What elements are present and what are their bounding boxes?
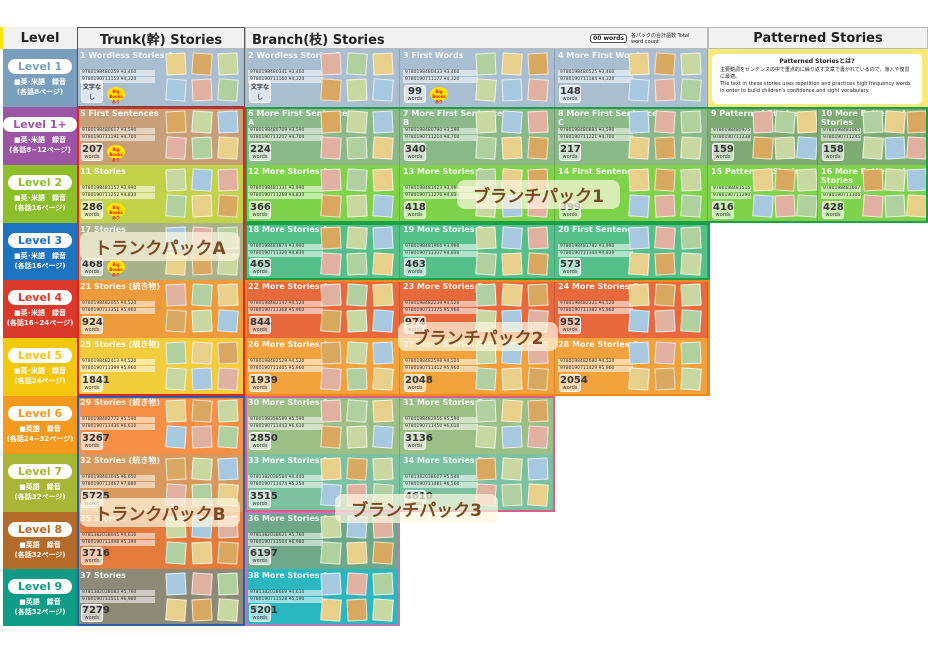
branch-pack-1-label: ブランチパック1 — [457, 180, 620, 209]
level-audio: ■英･米語 録音 — [13, 309, 67, 317]
level-audio: ■英･米語 録音 — [13, 78, 67, 86]
branch-pack-2-label: ブランチパック2 — [398, 322, 558, 351]
level-pages: (各話32ページ) — [14, 550, 66, 559]
book-cover — [501, 52, 523, 76]
level-pages: (各話8~12ページ) — [9, 146, 71, 154]
level-row-3: Level 2 ■英･米語 録音 (各話16ページ) — [3, 165, 77, 223]
book-cover — [680, 52, 702, 76]
pack-number: 2 — [248, 51, 254, 60]
level-pill: Level 8 — [7, 521, 73, 537]
pack-cell-2: 2 Wordless Stories B 9780198480341 ¥3,46… — [245, 49, 400, 107]
level-pages: (各話16ページ) — [14, 204, 66, 212]
branch-pack-3-label: ブランチパック3 — [335, 494, 498, 523]
level-row-2: Level 1+ ■英･米語 録音 (各話8~12ページ) — [3, 107, 77, 165]
isbn-line-1: 9780198480433 ¥3,460 — [403, 70, 478, 76]
level-pill: Level 3 — [7, 232, 73, 248]
level-audio: ■英語 録音 — [19, 483, 61, 491]
level-pill: Level 1+ — [3, 117, 77, 132]
book-cover — [372, 78, 394, 102]
book-cover — [628, 78, 650, 102]
pack-title-text: First Words — [411, 51, 464, 60]
book-cover — [628, 52, 650, 76]
level-row-10: Level 9 ■英語 録音 (各話32ページ) — [3, 569, 77, 626]
level-audio: ■英･米語 録音 — [13, 194, 67, 202]
level-audio: ■英･米語 録音 — [13, 251, 67, 260]
level-row-8: Level 7 ■英語 録音 (各話32ページ) — [3, 454, 77, 512]
book-cover — [501, 78, 523, 102]
book-cover — [527, 52, 549, 76]
level-audio: ■英語 録音 — [19, 540, 61, 549]
level-row-1: Level 1 ■英･米語 録音 (各話8ページ) — [3, 49, 77, 107]
level-pill: Level 5 — [7, 348, 73, 363]
trunk-frame — [77, 27, 245, 107]
book-cover — [654, 78, 676, 102]
book-covers — [320, 52, 395, 102]
level-row-9: Level 8 ■英語 録音 (各話32ページ) — [3, 512, 77, 569]
isbn-line-2: 9780190711177 ¥4,320 — [403, 77, 478, 83]
tooltip-title: Patterned Storiesとは? — [779, 58, 855, 65]
level-pill: Level 2 — [7, 175, 73, 190]
tooltip-jp: 主要動詞をセンテンスの中で重点的に繰り返す文章で書かれているので、導入や復習に最… — [720, 67, 910, 80]
word-count: 148 words — [559, 85, 581, 103]
level-audio: ■英･米語 録音 — [13, 367, 67, 375]
isbn-line-1: 9780198480525 ¥3,460 — [558, 70, 633, 76]
header-branch-title: Branch(枝) Stories — [252, 32, 385, 48]
book-cover — [320, 52, 342, 76]
pack-cell-3: 3 First Words 9780198480433 ¥3,460 978019… — [400, 49, 555, 107]
header-branch: Branch(枝) Stories 00 words 各パックの合計語数 Tot… — [245, 27, 708, 49]
word-count-unit: words — [562, 96, 578, 102]
big-books-badge: Big Books あり — [430, 87, 448, 104]
level-pages: (各話32ページ) — [14, 607, 66, 616]
level-pages: (各話16~24ページ) — [6, 319, 74, 327]
header-level: Level — [3, 27, 77, 49]
pack-number: 4 — [558, 51, 564, 60]
legend-text: 各パックの合計語数 Total word count — [631, 32, 690, 45]
book-cover — [527, 78, 549, 102]
book-cover — [346, 78, 368, 102]
level-pages: (各話24~32ページ) — [6, 435, 74, 443]
book-covers — [628, 52, 703, 102]
book-cover — [680, 78, 702, 102]
tooltip-en: The text in these stories uses repetitio… — [720, 81, 911, 94]
book-covers — [475, 52, 550, 102]
pack-number: 3 — [403, 51, 409, 60]
level-row-4: Level 3 ■英･米語 録音 (各話16ページ) — [3, 223, 77, 280]
level-audio: ■英語 録音 — [19, 425, 61, 433]
level-pill: Level 4 — [7, 290, 73, 305]
level-pages: (各話32ページ) — [14, 493, 66, 501]
book-cover — [320, 78, 342, 102]
header-patterned: Patterned Stories — [708, 27, 928, 49]
word-count-value: 文字なし — [250, 84, 269, 101]
pack-cell-4: 4 More First Words 9780198480525 ¥3,460 9… — [555, 49, 708, 107]
book-cover — [346, 52, 368, 76]
level-pill: Level 9 — [7, 578, 73, 594]
isbn-line-2: 9780190711184 ¥4,320 — [558, 77, 633, 83]
level-pill: Level 7 — [7, 464, 73, 479]
level-pill: Level 1 — [7, 59, 73, 74]
level-row-6: Level 5 ■英･米語 録音 (各話24ページ) — [3, 338, 77, 396]
level-pill: Level 6 — [7, 406, 73, 421]
branch-pack-3-lower-outline — [245, 512, 400, 626]
level-audio: ■英語 録音 — [19, 597, 61, 606]
patterned-tooltip: Patterned Storiesとは? 主要動詞をセンテンスの中で重点的に繰り… — [712, 54, 922, 104]
level-pages: (各話16ページ) — [14, 261, 66, 270]
isbn-line-1: 9780198480341 ¥3,460 — [248, 70, 323, 76]
level-pages: (各話24ページ) — [14, 377, 66, 385]
level-row-7: Level 6 ■英語 録音 (各話24~32ページ) — [3, 396, 77, 454]
word-count: 文字なし — [249, 80, 271, 103]
branch-pack-1-lower-outline — [245, 223, 710, 280]
book-cover — [475, 78, 497, 102]
word-count-unit: words — [407, 96, 423, 102]
legend-word-box: 00 words — [590, 33, 627, 43]
book-cover — [654, 52, 676, 76]
word-count: 99 words — [404, 85, 426, 103]
book-cover — [372, 52, 394, 76]
level-pages: (各話8ページ) — [16, 88, 64, 96]
trunk-pack-a-label: トランクパックA — [80, 232, 240, 261]
trunk-pack-b-label: トランクパックB — [80, 498, 240, 527]
book-cover — [475, 52, 497, 76]
level-audio: ■英･米語 録音 — [13, 136, 67, 144]
level-row-5: Level 4 ■英･米語 録音 (各話16~24ページ) — [3, 280, 77, 338]
